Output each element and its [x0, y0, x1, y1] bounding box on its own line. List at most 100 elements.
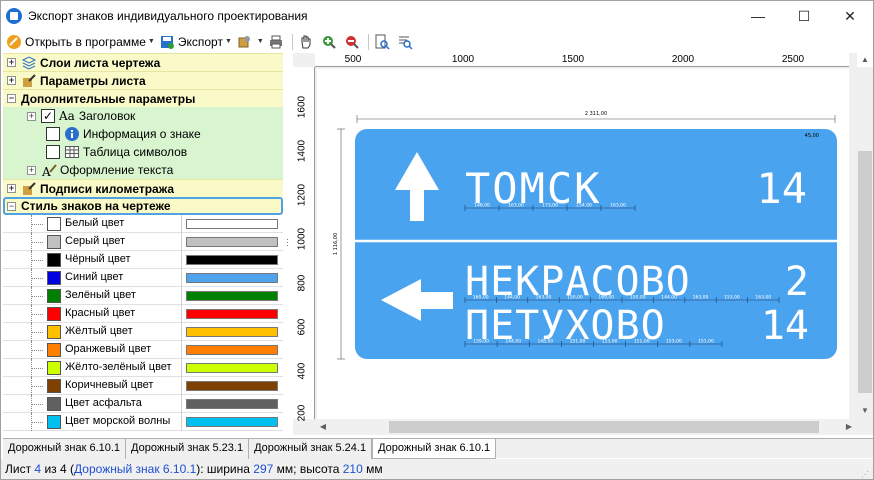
- open-in-program-button[interactable]: Открыть в программе ▼: [4, 32, 157, 52]
- print-button[interactable]: [266, 32, 289, 52]
- tree-item-label: Информация о знаке: [83, 127, 201, 141]
- expand-icon[interactable]: +: [27, 111, 36, 121]
- tree-item-text-design[interactable]: + A Оформление текста: [3, 161, 283, 179]
- tree-group-label: Стиль знаков на чертеже: [21, 199, 171, 213]
- color-value-bar[interactable]: [186, 309, 278, 319]
- scroll-down-arrow-icon[interactable]: ▼: [857, 403, 873, 419]
- color-name: Цвет морской волны: [65, 415, 171, 427]
- color-row[interactable]: Белый цвет: [3, 215, 283, 233]
- sheet-tabs: Дорожный знак 6.10.1 Дорожный знак 5.23.…: [3, 438, 873, 459]
- expand-icon[interactable]: +: [7, 184, 16, 193]
- sign-km-upper: 14: [756, 164, 807, 213]
- tree-item-sign-info[interactable]: Информация о знаке: [3, 125, 283, 143]
- tree-item-label: Оформление текста: [60, 163, 174, 177]
- tree-item-symbol-table[interactable]: Таблица символов: [3, 143, 283, 161]
- scroll-right-arrow-icon[interactable]: ▶: [841, 419, 857, 435]
- tree-group-sheet-layers[interactable]: + Слои листа чертежа: [3, 53, 283, 71]
- color-row[interactable]: Красный цвет: [3, 305, 283, 323]
- close-button[interactable]: ✕: [827, 1, 873, 31]
- color-value-bar[interactable]: [186, 237, 278, 247]
- color-value-bar[interactable]: [186, 363, 278, 373]
- export-icon: [160, 35, 174, 49]
- tree-group-sheet-params[interactable]: + Параметры листа: [3, 71, 283, 89]
- color-row[interactable]: Цвет асфальта: [3, 395, 283, 413]
- expand-icon[interactable]: +: [27, 165, 36, 175]
- hand-icon: [301, 35, 311, 48]
- ruler-tick-label: 1000: [296, 227, 308, 251]
- status-height-value: 210: [342, 462, 363, 476]
- color-row[interactable]: Жёлтый цвет: [3, 323, 283, 341]
- open-in-program-label: Открыть в программе: [25, 34, 146, 49]
- fit-zoom-button[interactable]: [395, 32, 418, 52]
- ruler-tick-label: 400: [296, 362, 308, 380]
- color-row[interactable]: Жёлто-зелёный цвет: [3, 359, 283, 377]
- ruler-tick-label: 1400: [296, 139, 308, 163]
- collapse-icon[interactable]: −: [7, 201, 16, 211]
- pan-tool-button[interactable]: [296, 32, 319, 52]
- tree-item-heading[interactable]: + ✓ Aa Заголовок: [3, 107, 283, 125]
- color-row[interactable]: Цвет морской волны: [3, 413, 283, 431]
- tree-group-label: Подписи километража: [40, 181, 175, 196]
- ruler-vertical: 1600 1400 1200 1000 800 600 400 200: [293, 67, 315, 421]
- settings-dropdown-button[interactable]: ▼: [234, 32, 266, 52]
- tree-item-label: Заголовок: [78, 109, 136, 123]
- color-swatch: [47, 271, 61, 285]
- horizontal-scrollbar[interactable]: ◀ ▶: [315, 419, 857, 435]
- color-value-bar[interactable]: [186, 399, 278, 409]
- minimize-button[interactable]: —: [735, 1, 781, 31]
- color-value-bar[interactable]: [186, 381, 278, 391]
- color-value-bar[interactable]: [186, 327, 278, 337]
- toolbar-separator: [291, 33, 293, 50]
- color-value-bar[interactable]: [186, 417, 278, 427]
- color-value-bar[interactable]: [186, 291, 278, 301]
- heading-checkbox[interactable]: ✓: [41, 109, 55, 123]
- color-name: Жёлтый цвет: [65, 325, 133, 337]
- open-program-icon: [7, 34, 21, 49]
- page-preview-button[interactable]: [372, 32, 395, 52]
- color-name: Синий цвет: [65, 271, 124, 283]
- toolbar-separator: [367, 33, 369, 50]
- panel-splitter[interactable]: · · ·: [284, 53, 292, 435]
- resize-grip-icon[interactable]: ⋰: [861, 465, 869, 480]
- vertical-scroll-thumb[interactable]: [858, 151, 872, 393]
- app-icon: [6, 8, 22, 24]
- horizontal-scroll-thumb[interactable]: [389, 421, 819, 433]
- dimension-label: 163,00: [755, 295, 771, 301]
- export-button[interactable]: Экспорт ▼: [157, 32, 234, 52]
- expand-icon[interactable]: +: [7, 58, 16, 67]
- tree-group-km-labels[interactable]: + Подписи километража: [3, 179, 283, 197]
- zoom-out-button[interactable]: [342, 32, 365, 52]
- tree-item-label: Таблица символов: [83, 145, 188, 159]
- vertical-scrollbar[interactable]: ▼: [857, 67, 873, 419]
- color-row[interactable]: Оранжевый цвет: [3, 341, 283, 359]
- color-value-bar[interactable]: [186, 345, 278, 355]
- color-name: Чёрный цвет: [65, 253, 131, 265]
- tree-group-label: Слои листа чертежа: [40, 55, 161, 70]
- collapse-icon[interactable]: −: [7, 94, 16, 103]
- color-row[interactable]: Коричневый цвет: [3, 377, 283, 395]
- scroll-up-arrow-icon[interactable]: ▲: [857, 53, 873, 67]
- tab-sheet-1[interactable]: Дорожный знак 6.10.1: [3, 439, 127, 459]
- expand-icon[interactable]: +: [7, 76, 16, 85]
- tab-sheet-2[interactable]: Дорожный знак 5.23.1: [126, 439, 250, 459]
- tree-group-extra-params[interactable]: − Дополнительные параметры: [3, 89, 283, 107]
- color-row[interactable]: Зелёный цвет: [3, 287, 283, 305]
- maximize-button[interactable]: ☐: [781, 1, 827, 31]
- symbol-table-checkbox[interactable]: [46, 145, 60, 159]
- zoom-in-button[interactable]: [319, 32, 342, 52]
- km-labels-icon: [23, 181, 36, 195]
- settings-tree: + Слои листа чертежа + Параметры листа −…: [3, 53, 283, 435]
- tab-sheet-3[interactable]: Дорожный знак 5.24.1: [249, 439, 373, 459]
- tab-sheet-4[interactable]: Дорожный знак 6.10.1: [372, 439, 497, 459]
- tree-group-sign-style[interactable]: − Стиль знаков на чертеже: [3, 197, 283, 215]
- color-row[interactable]: Серый цвет: [3, 233, 283, 251]
- color-value-bar[interactable]: [186, 219, 278, 229]
- color-row[interactable]: Чёрный цвет: [3, 251, 283, 269]
- color-value-bar[interactable]: [186, 273, 278, 283]
- color-value-bar[interactable]: [186, 255, 278, 265]
- sign-info-checkbox[interactable]: [46, 127, 60, 141]
- color-swatch: [47, 415, 61, 429]
- scroll-left-arrow-icon[interactable]: ◀: [315, 419, 331, 435]
- color-row[interactable]: Синий цвет: [3, 269, 283, 287]
- ruler-tick-label: 1600: [296, 95, 308, 119]
